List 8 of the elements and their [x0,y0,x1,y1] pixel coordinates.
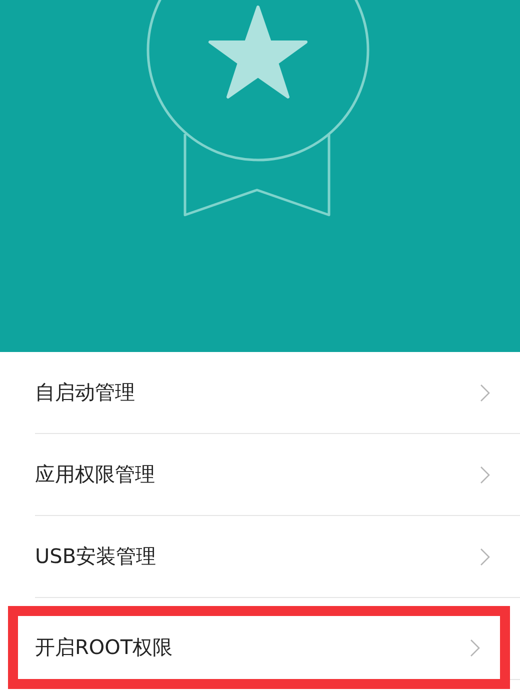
chevron-icon [470,638,480,656]
settings-item[interactable]: 应用权限管理 [35,434,520,515]
settings-item[interactable]: 开启ROOT权限 [8,606,510,689]
chevron-icon [480,384,490,402]
chevron-icon [480,466,490,484]
chevron-icon [480,548,490,566]
settings-item[interactable]: 自启动管理 [35,352,520,433]
settings-item[interactable]: USB安装管理 [35,516,520,597]
